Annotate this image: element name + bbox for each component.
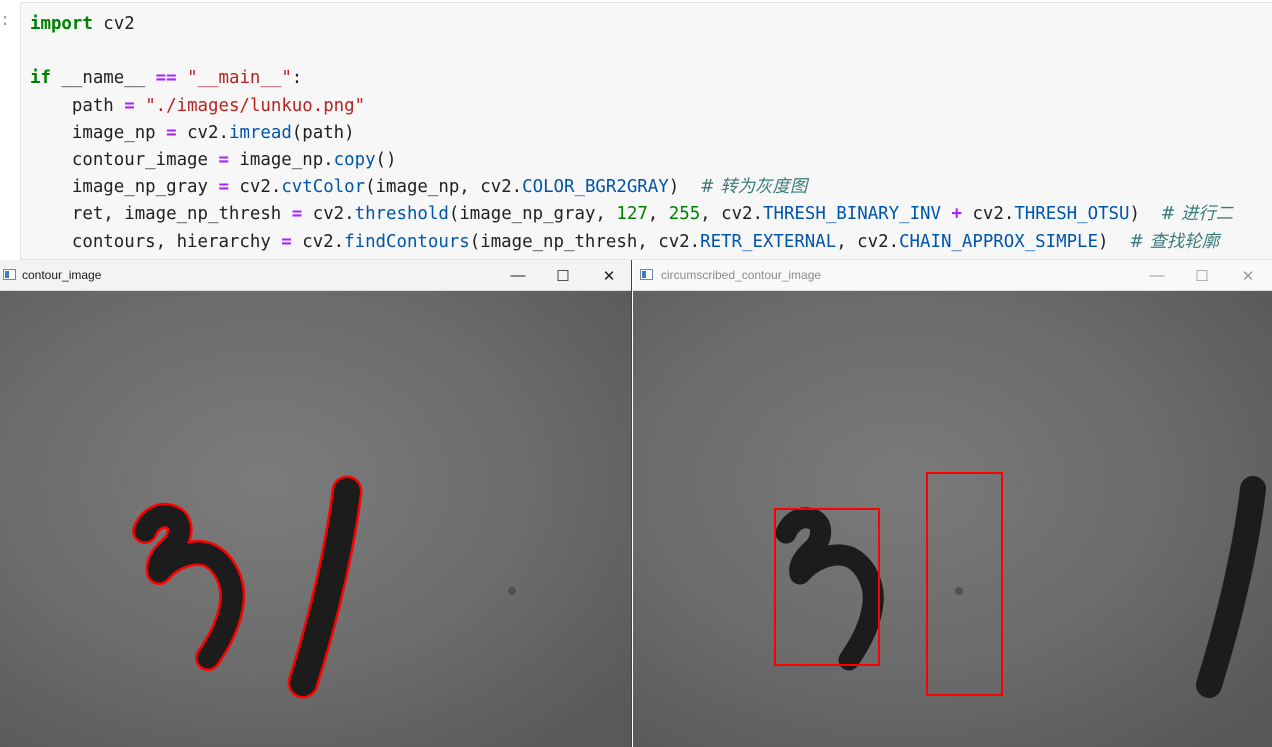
circumscribed-image-canvas — [633, 291, 1272, 747]
operator: = — [166, 122, 177, 143]
contour-image-canvas — [0, 291, 631, 747]
operator: = — [291, 204, 303, 225]
kw-import: import — [30, 14, 93, 34]
code-text: (image_np, cv2. — [365, 177, 523, 198]
operator: + — [951, 204, 962, 225]
code-text: image_np — [30, 122, 167, 143]
function-name: copy — [333, 150, 376, 171]
minimize-button[interactable]: — — [495, 260, 541, 291]
code-editor[interactable]: import cv2 if __name__ == "__main__": pa… — [30, 11, 1233, 256]
code-text: , cv2. — [700, 204, 763, 225]
minimize-button[interactable]: — — [1134, 260, 1180, 291]
operator: = — [124, 95, 135, 116]
code-text: image_np. — [228, 150, 334, 171]
code-comment: # 转为灰度图 — [700, 177, 808, 198]
constant: THRESH_BINARY_INV — [763, 204, 941, 225]
operator: = — [218, 177, 229, 198]
function-name: cvtColor — [281, 177, 366, 198]
paper-speck — [955, 587, 963, 595]
code-text: cv2. — [228, 177, 282, 198]
window-titlebar[interactable]: contour_image — ☐ ✕ — [0, 260, 631, 291]
close-button[interactable]: ✕ — [1225, 260, 1271, 291]
code-text: , cv2. — [836, 231, 900, 252]
code-comment: # 进行二 — [1160, 204, 1234, 225]
app-icon — [3, 269, 16, 280]
code-text: contour_image — [30, 150, 219, 171]
code-text: cv2. — [176, 122, 229, 143]
window-titlebar[interactable]: circumscribed_contour_image — ☐ ✕ — [633, 260, 1272, 291]
paper-speck — [508, 587, 516, 595]
code-text: (path) — [291, 122, 355, 143]
code-text: cv2. — [291, 231, 345, 252]
code-text: contours, hierarchy — [30, 231, 282, 252]
number-literal: 255 — [668, 204, 701, 225]
code-text: image_np_gray — [30, 177, 219, 198]
code-text: __name__ — [50, 68, 156, 89]
code-text: cv2. — [961, 204, 1015, 225]
circumscribed-contour-window[interactable]: circumscribed_contour_image — ☐ ✕ — [633, 260, 1272, 747]
operator: = — [281, 231, 292, 252]
operator: == — [155, 68, 177, 89]
constant: COLOR_BGR2GRAY — [522, 177, 669, 198]
constant: RETR_EXTERNAL — [700, 231, 837, 252]
window-title: contour_image — [22, 268, 102, 282]
contour-image — [0, 291, 631, 747]
kw-if: if — [30, 68, 51, 89]
code-text: ) — [668, 177, 701, 198]
maximize-button[interactable]: ☐ — [1179, 260, 1225, 291]
code-text: , — [647, 204, 669, 225]
string-literal: "__main__" — [187, 68, 292, 89]
code-text: () — [375, 150, 397, 171]
string-literal: "./images/lunkuo.png" — [145, 95, 366, 116]
paper-background — [633, 291, 1272, 747]
function-name: threshold — [354, 204, 449, 225]
maximize-button[interactable]: ☐ — [540, 260, 586, 291]
function-name: findContours — [344, 231, 470, 252]
operator: = — [218, 150, 229, 171]
number-literal: 127 — [616, 204, 648, 225]
function-name: imread — [228, 122, 292, 143]
code-text: ) — [1129, 204, 1161, 225]
code-text: path — [30, 95, 125, 116]
circumscribed-contour-image — [633, 291, 1272, 747]
code-text: (image_np_gray, — [448, 204, 617, 225]
code-text: ) — [1098, 231, 1130, 252]
app-icon — [640, 269, 653, 280]
cell-prompt: : — [0, 10, 11, 30]
window-title: circumscribed_contour_image — [661, 268, 822, 282]
close-button[interactable]: ✕ — [586, 260, 631, 291]
code-text: : — [291, 68, 303, 89]
constant: CHAIN_APPROX_SIMPLE — [899, 231, 1098, 252]
code-comment: # 查找轮廓 — [1129, 231, 1220, 252]
code-text: ret, image_np_thresh — [30, 204, 292, 225]
code-text: cv2. — [302, 204, 355, 225]
code-text: cv2 — [92, 14, 135, 34]
contour-image-window[interactable]: contour_image — ☐ ✕ — [0, 260, 632, 747]
constant: THRESH_OTSU — [1014, 204, 1130, 225]
code-text: (image_np_thresh, cv2. — [469, 231, 701, 252]
code-cell[interactable]: import cv2 if __name__ == "__main__": pa… — [20, 2, 1272, 260]
